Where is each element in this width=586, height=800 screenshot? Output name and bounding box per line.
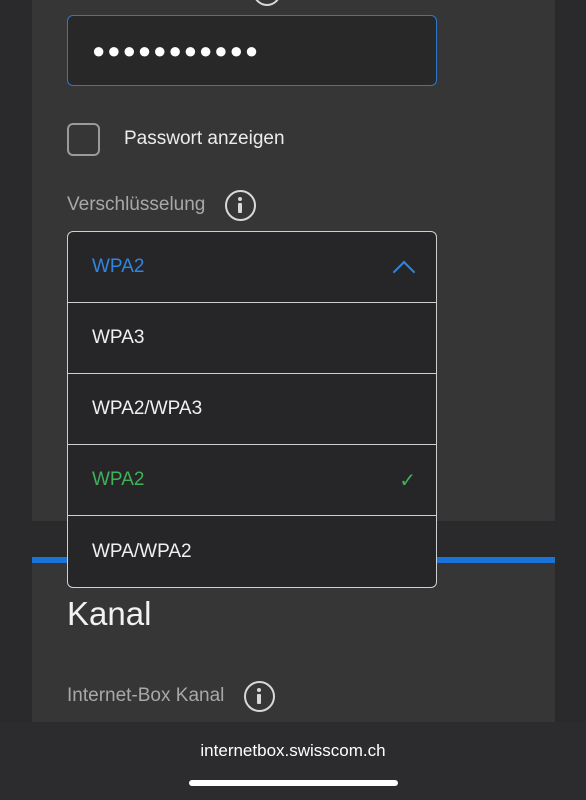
option-label: WPA2 [92,469,145,490]
checkmark-icon: ✓ [399,469,416,492]
option-label: WPA2/WPA3 [92,398,203,419]
show-password-row[interactable]: Passwort anzeigen [67,122,285,156]
dropdown-option-wpa-wpa2[interactable]: WPA/WPA2 [68,516,436,587]
dropdown-option-wpa2-wpa3[interactable]: WPA2/WPA3 [68,374,436,445]
info-icon[interactable] [244,680,276,712]
password-value: ●●●●●●●●●●● [92,37,261,63]
option-label: WPA/WPA2 [92,540,192,562]
encryption-select-header[interactable]: WPA2 [68,232,436,303]
channel-label-row: Internet-Box Kanal [67,679,276,713]
dropdown-option-wpa2[interactable]: WPA2 ✓ [68,445,436,516]
browser-bottom-bar: internetbox.swisscom.ch [0,722,586,800]
encryption-label-row: Verschlüsselung [67,188,257,222]
channel-section-title: Kanal [67,595,152,632]
option-label: WPA3 [92,327,145,348]
dropdown-option-wpa3[interactable]: WPA3 [68,303,436,374]
url-bar[interactable]: internetbox.swisscom.ch [0,741,586,761]
show-password-checkbox[interactable] [67,122,100,156]
encryption-selected-value: WPA2 [92,256,145,277]
info-icon[interactable] [253,0,281,6]
show-password-label: Passwort anzeigen [124,128,285,149]
chevron-up-icon [392,260,416,284]
channel-label: Internet-Box Kanal [67,685,225,706]
encryption-dropdown[interactable]: WPA2 WPA3 WPA2/WPA3 WPA2 ✓ WPA/WPA2 [67,231,437,588]
home-indicator[interactable] [189,780,398,786]
encryption-label: Verschlüsselung [67,194,206,215]
info-icon[interactable] [225,189,257,221]
page: ●●●●●●●●●●● Passwort anzeigen Verschlüss… [0,0,586,800]
password-input[interactable]: ●●●●●●●●●●● [67,15,437,86]
